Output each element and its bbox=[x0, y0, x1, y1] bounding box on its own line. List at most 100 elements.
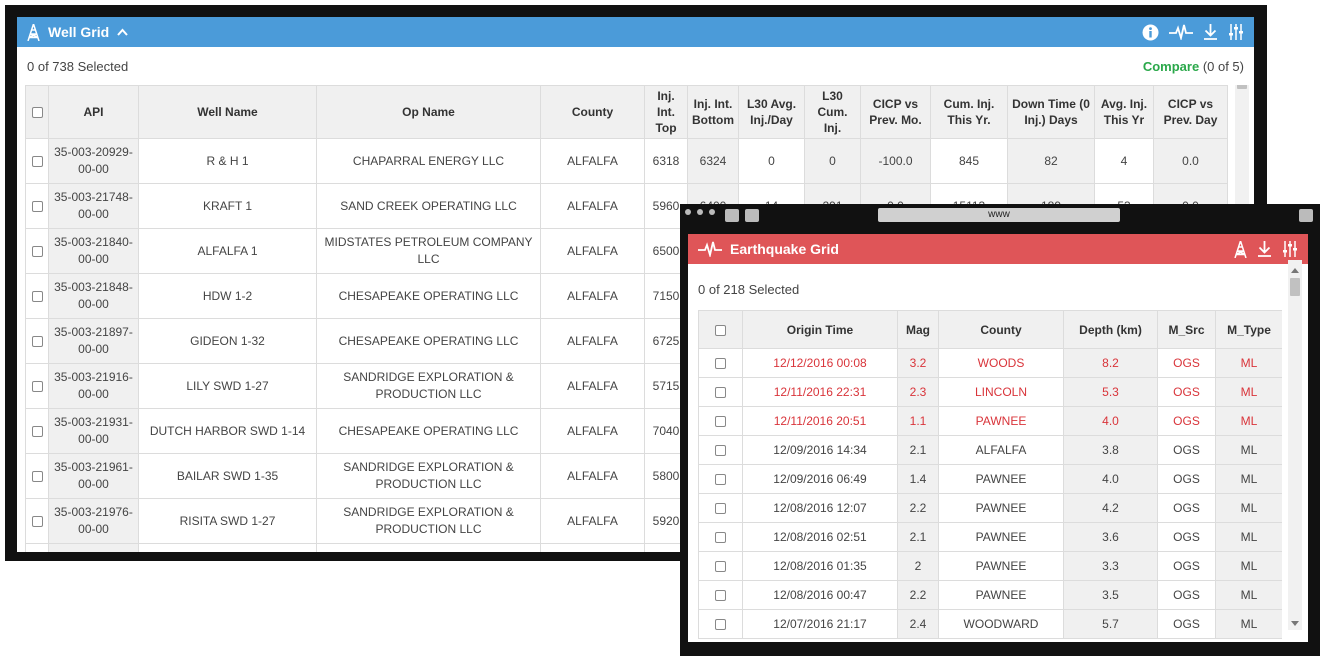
row-checkbox[interactable] bbox=[715, 502, 726, 514]
table-cell: 12/08/2016 12:07 bbox=[742, 493, 898, 523]
column-header[interactable]: County bbox=[540, 85, 645, 139]
row-checkbox-cell[interactable] bbox=[698, 348, 743, 378]
table-row[interactable]: 12/08/2016 12:07 2.2 PAWNEE 4.2 OGS ML bbox=[698, 493, 1282, 523]
window-control-button[interactable] bbox=[725, 209, 739, 222]
row-checkbox[interactable] bbox=[31, 470, 43, 482]
table-cell: 3.3 bbox=[1063, 551, 1158, 581]
earthquake-grid-scroll-thumb[interactable] bbox=[1290, 278, 1300, 296]
url-bar[interactable]: www bbox=[878, 208, 1120, 222]
earthquake-grid-scrollbar[interactable] bbox=[1288, 260, 1302, 630]
info-icon[interactable] bbox=[1142, 24, 1159, 41]
heartbeat-icon[interactable] bbox=[1169, 24, 1193, 40]
table-row[interactable]: 12/11/2016 22:31 2.3 LINCOLN 5.3 OGS ML bbox=[698, 377, 1282, 407]
row-checkbox[interactable] bbox=[715, 560, 726, 572]
row-checkbox-cell[interactable] bbox=[25, 408, 49, 454]
select-all-checkbox-cell[interactable] bbox=[25, 85, 49, 139]
window-dot[interactable] bbox=[697, 209, 703, 215]
table-row[interactable]: 12/09/2016 06:49 1.4 PAWNEE 4.0 OGS ML bbox=[698, 464, 1282, 494]
scroll-down-arrow-icon[interactable] bbox=[1291, 621, 1299, 626]
row-checkbox-cell[interactable] bbox=[698, 580, 743, 610]
row-checkbox-cell[interactable] bbox=[698, 435, 743, 465]
window-dot[interactable] bbox=[709, 209, 715, 215]
column-header[interactable]: Origin Time bbox=[742, 310, 898, 349]
table-row[interactable]: 12/09/2016 14:34 2.1 ALFALFA 3.8 OGS ML bbox=[698, 435, 1282, 465]
row-checkbox[interactable] bbox=[715, 473, 726, 485]
table-row[interactable]: 12/07/2016 21:17 2.4 WOODWARD 5.7 OGS ML bbox=[698, 609, 1282, 639]
table-row[interactable]: 35-003-20929-00-00 R & H 1 CHAPARRAL ENERG… bbox=[25, 138, 1228, 184]
download-icon[interactable] bbox=[1203, 24, 1218, 40]
table-row[interactable]: 12/08/2016 02:51 2.1 PAWNEE 3.6 OGS ML bbox=[698, 522, 1282, 552]
row-checkbox-cell[interactable] bbox=[698, 551, 743, 581]
heartbeat-icon bbox=[698, 241, 722, 257]
column-header[interactable]: Depth (km) bbox=[1063, 310, 1158, 349]
row-checkbox-cell[interactable] bbox=[25, 453, 49, 499]
column-header[interactable]: L30 Cum. Inj. bbox=[804, 85, 861, 139]
row-checkbox-cell[interactable] bbox=[25, 498, 49, 544]
row-checkbox[interactable] bbox=[31, 515, 43, 527]
select-all-checkbox-cell[interactable] bbox=[698, 310, 743, 349]
window-control-button[interactable] bbox=[745, 209, 759, 222]
column-header[interactable]: CICP vs Prev. Day bbox=[1153, 85, 1228, 139]
row-checkbox-cell[interactable] bbox=[25, 363, 49, 409]
row-checkbox-cell[interactable] bbox=[25, 273, 49, 319]
row-checkbox[interactable] bbox=[31, 245, 43, 257]
row-checkbox[interactable] bbox=[715, 386, 726, 398]
row-checkbox[interactable] bbox=[715, 589, 726, 601]
table-row[interactable]: 12/11/2016 20:51 1.1 PAWNEE 4.0 OGS ML bbox=[698, 406, 1282, 436]
earthquake-grid-header: Earthquake Grid bbox=[688, 234, 1308, 264]
column-header[interactable]: L30 Avg. Inj./Day bbox=[738, 85, 805, 139]
row-checkbox[interactable] bbox=[715, 618, 726, 630]
row-checkbox[interactable] bbox=[31, 380, 43, 392]
column-header[interactable]: Inj. Int. Bottom bbox=[687, 85, 739, 139]
row-checkbox[interactable] bbox=[715, 444, 726, 456]
scroll-up-arrow-icon[interactable] bbox=[1291, 268, 1299, 273]
column-header[interactable]: API bbox=[48, 85, 139, 139]
select-all-checkbox[interactable] bbox=[31, 107, 43, 119]
row-checkbox-cell[interactable] bbox=[698, 464, 743, 494]
row-checkbox-cell[interactable] bbox=[698, 377, 743, 407]
column-header[interactable]: Op Name bbox=[316, 85, 541, 139]
download-icon[interactable] bbox=[1257, 241, 1272, 257]
table-row[interactable]: 12/12/2016 00:08 3.2 WOODS 8.2 OGS ML bbox=[698, 348, 1282, 378]
row-checkbox[interactable] bbox=[715, 415, 726, 427]
column-header[interactable]: M_Type bbox=[1215, 310, 1282, 349]
row-checkbox-cell[interactable] bbox=[698, 609, 743, 639]
row-checkbox-cell[interactable] bbox=[25, 138, 49, 184]
oil-derrick-icon[interactable] bbox=[1234, 240, 1247, 258]
row-checkbox-cell[interactable] bbox=[25, 543, 49, 552]
row-checkbox[interactable] bbox=[31, 425, 43, 437]
well-grid-scroll-thumb[interactable] bbox=[1237, 85, 1247, 89]
row-checkbox-cell[interactable] bbox=[698, 522, 743, 552]
column-header[interactable]: County bbox=[938, 310, 1064, 349]
row-checkbox[interactable] bbox=[31, 335, 43, 347]
row-checkbox[interactable] bbox=[31, 290, 43, 302]
row-checkbox[interactable] bbox=[31, 155, 43, 167]
row-checkbox[interactable] bbox=[715, 531, 726, 543]
table-row[interactable]: 12/08/2016 00:47 2.2 PAWNEE 3.5 OGS ML bbox=[698, 580, 1282, 610]
column-header[interactable]: Down Time (0 Inj.) Days bbox=[1007, 85, 1095, 139]
column-header[interactable]: Mag bbox=[897, 310, 939, 349]
column-header[interactable]: Inj. Int. Top bbox=[644, 85, 688, 139]
row-checkbox-cell[interactable] bbox=[698, 406, 743, 436]
row-checkbox-cell[interactable] bbox=[25, 318, 49, 364]
row-checkbox-cell[interactable] bbox=[25, 228, 49, 274]
sliders-icon[interactable] bbox=[1282, 241, 1298, 257]
window-dot[interactable] bbox=[685, 209, 691, 215]
column-header[interactable]: CICP vs Prev. Mo. bbox=[860, 85, 931, 139]
column-header[interactable]: M_Src bbox=[1157, 310, 1216, 349]
table-cell: ALFALFA bbox=[540, 273, 645, 319]
column-header[interactable]: Cum. Inj. This Yr. bbox=[930, 85, 1008, 139]
compare-link[interactable]: Compare bbox=[1143, 59, 1199, 74]
column-header[interactable]: Avg. Inj. This Yr bbox=[1094, 85, 1154, 139]
sliders-icon[interactable] bbox=[1228, 24, 1244, 40]
column-header[interactable]: Well Name bbox=[138, 85, 317, 139]
chevron-up-icon[interactable] bbox=[117, 28, 128, 36]
row-checkbox[interactable] bbox=[31, 200, 43, 212]
table-row[interactable]: 12/08/2016 01:35 2 PAWNEE 3.3 OGS ML bbox=[698, 551, 1282, 581]
window-control-button[interactable] bbox=[1299, 209, 1313, 222]
row-checkbox[interactable] bbox=[715, 357, 726, 369]
row-checkbox-cell[interactable] bbox=[25, 183, 49, 229]
row-checkbox-cell[interactable] bbox=[698, 493, 743, 523]
earthquake-grid-toolbar: 0 of 218 Selected bbox=[688, 264, 1308, 310]
select-all-checkbox[interactable] bbox=[715, 324, 726, 336]
